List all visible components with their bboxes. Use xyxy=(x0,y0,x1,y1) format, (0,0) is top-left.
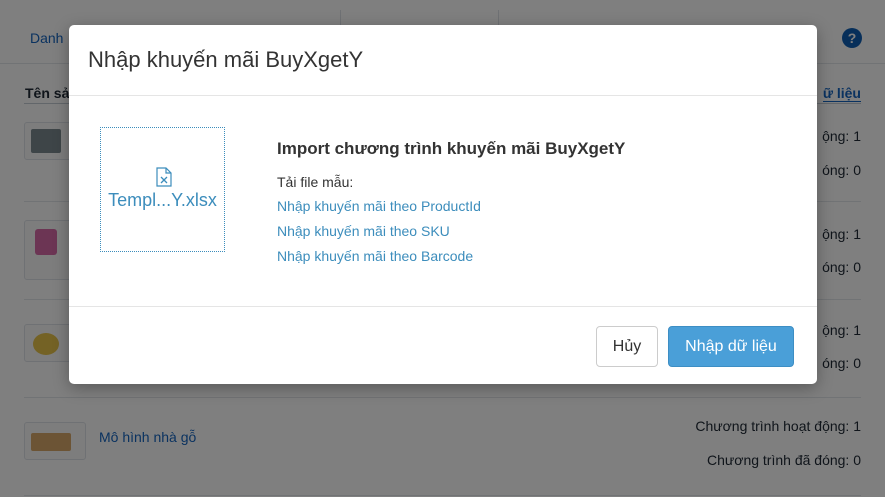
template-link-sku[interactable]: Nhập khuyến mãi theo SKU xyxy=(277,223,450,239)
file-excel-icon xyxy=(156,167,172,187)
cancel-button[interactable]: Hủy xyxy=(596,326,658,367)
import-modal: Nhập khuyến mãi BuyXgetY Templ...Y.xlsx … xyxy=(69,25,817,384)
uploaded-file-name: Templ...Y.xlsx xyxy=(108,190,217,210)
file-dropzone[interactable]: Templ...Y.xlsx xyxy=(100,127,225,252)
template-link-productid[interactable]: Nhập khuyến mãi theo ProductId xyxy=(277,198,481,214)
modal-body: Templ...Y.xlsx Import chương trình khuyế… xyxy=(69,96,817,306)
template-link-barcode[interactable]: Nhập khuyến mãi theo Barcode xyxy=(277,248,473,264)
template-label: Tải file mẫu: xyxy=(277,174,354,190)
modal-header: Nhập khuyến mãi BuyXgetY xyxy=(69,25,817,96)
modal-title: Nhập khuyến mãi BuyXgetY xyxy=(88,47,364,72)
import-data-button[interactable]: Nhập dữ liệu xyxy=(668,326,794,367)
modal-footer: Hủy Nhập dữ liệu xyxy=(69,306,817,384)
import-heading: Import chương trình khuyến mãi BuyXgetY xyxy=(277,139,626,158)
